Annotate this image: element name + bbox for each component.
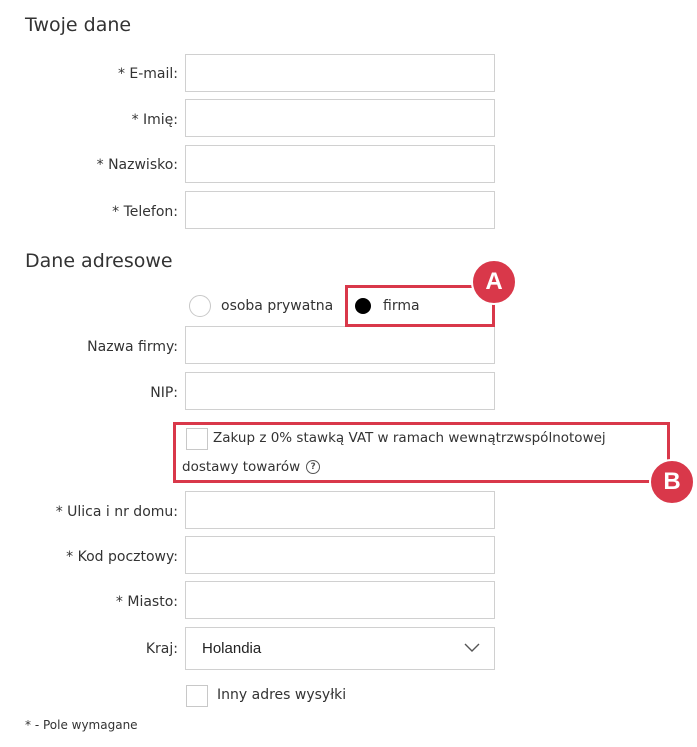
chevron-down-icon bbox=[464, 643, 480, 652]
first-name-label: * Imię: bbox=[131, 112, 178, 128]
email-field[interactable] bbox=[185, 54, 495, 92]
required-note: * - Pole wymagane bbox=[25, 718, 138, 732]
postal-code-label: * Kod pocztowy: bbox=[66, 549, 178, 565]
last-name-label: * Nazwisko: bbox=[96, 157, 178, 173]
other-shipping-checkbox[interactable] bbox=[186, 685, 208, 707]
nip-label: NIP: bbox=[150, 385, 178, 401]
section-title-personal: Twoje dane bbox=[25, 14, 132, 36]
street-field[interactable] bbox=[185, 491, 495, 529]
callout-box-b bbox=[173, 422, 670, 483]
phone-field[interactable] bbox=[185, 191, 495, 229]
first-name-field[interactable] bbox=[185, 99, 495, 137]
phone-label: * Telefon: bbox=[112, 204, 178, 220]
company-name-label: Nazwa firmy: bbox=[87, 339, 178, 355]
radio-private-person[interactable] bbox=[189, 295, 211, 317]
radio-private-person-label[interactable]: osoba prywatna bbox=[221, 298, 333, 314]
section-title-address: Dane adresowe bbox=[25, 250, 173, 272]
email-label: * E-mail: bbox=[117, 66, 178, 82]
country-select-value: Holandia bbox=[202, 640, 262, 657]
nip-field[interactable] bbox=[185, 372, 495, 410]
marker-a: A bbox=[471, 259, 517, 305]
company-name-field[interactable] bbox=[185, 326, 495, 364]
country-select[interactable]: Holandia bbox=[185, 627, 495, 670]
city-field[interactable] bbox=[185, 581, 495, 619]
last-name-field[interactable] bbox=[185, 145, 495, 183]
street-label: * Ulica i nr domu: bbox=[55, 504, 178, 520]
marker-b: B bbox=[649, 459, 695, 505]
city-label: * Miasto: bbox=[115, 594, 178, 610]
postal-code-field[interactable] bbox=[185, 536, 495, 574]
country-label: Kraj: bbox=[145, 641, 178, 657]
other-shipping-label[interactable]: Inny adres wysyłki bbox=[217, 687, 346, 703]
